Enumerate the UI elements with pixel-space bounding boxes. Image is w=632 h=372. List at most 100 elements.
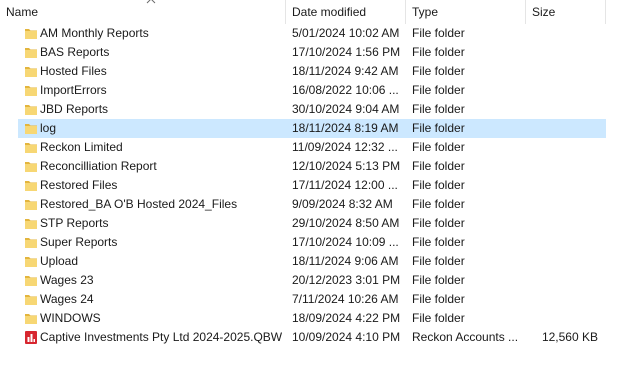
item-date-modified: 29/10/2024 8:50 AM [292,216,400,230]
item-date-modified: 18/11/2024 9:06 AM [292,254,399,268]
list-item[interactable]: AM Monthly Reports 5/01/2024 10:02 AM File… [18,24,606,43]
item-date-modified: 10/09/2024 4:10 PM [292,330,401,344]
folder-icon [24,292,38,307]
item-type: File folder [412,140,465,154]
item-name: WINDOWS [40,311,101,325]
list-item[interactable]: Restored Files 17/11/2024 12:00 ... File f… [18,176,606,195]
item-name: Captive Investments Pty Ltd 2024-2025.QB… [40,330,283,344]
item-date-modified: 7/11/2024 10:26 AM [292,292,399,306]
list-item[interactable]: Upload 18/11/2024 9:06 AM File folder [18,252,606,271]
reckon-file-icon [24,330,38,345]
item-date-modified: 16/08/2022 10:06 ... [292,83,399,97]
item-type: File folder [412,121,465,135]
column-header-size[interactable]: Size [526,0,606,24]
item-name: Wages 24 [40,292,94,306]
item-size [526,290,598,309]
item-name: BAS Reports [40,45,110,59]
folder-icon [24,311,38,326]
item-name: log [40,121,57,135]
item-size [526,157,598,176]
item-size: 12,560 KB [541,330,598,344]
item-date-modified: 20/12/2023 3:01 PM [292,273,401,287]
item-type: File folder [412,292,465,306]
item-size [526,271,598,290]
item-date-modified: 18/09/2024 4:22 PM [292,311,401,325]
item-size [526,233,598,252]
item-date-modified: 5/01/2024 10:02 AM [292,26,400,40]
list-item[interactable]: BAS Reports 17/10/2024 1:56 PM File folder [18,43,606,62]
item-name: Restored Files [40,178,118,192]
column-header-date-modified[interactable]: Date modified [286,0,406,24]
file-explorer-list-view: Name Date modified Type Size AM Monthly … [0,0,632,372]
item-date-modified: 11/09/2024 12:32 ... [292,140,398,154]
folder-icon [24,254,38,269]
folder-icon [24,216,38,231]
item-name: JBD Reports [40,102,109,116]
list-item[interactable]: ImportErrors 16/08/2022 10:06 ... File fol… [18,81,606,100]
item-name: Reckon Limited [40,140,123,154]
list-item[interactable]: Super Reports 17/10/2024 10:09 ... File fo… [18,233,606,252]
item-name: Hosted Files [40,64,107,78]
file-list: AM Monthly Reports 5/01/2024 10:02 AM File… [0,24,632,347]
item-size [526,214,598,233]
item-date-modified: 30/10/2024 9:04 AM [292,102,400,116]
list-item[interactable]: Reckon Limited 11/09/2024 12:32 ... File f… [18,138,606,157]
item-size [526,119,598,138]
item-size [526,100,598,119]
folder-icon [24,159,38,174]
item-type: File folder [412,64,465,78]
folder-icon [24,64,38,79]
list-item-selected[interactable]: log 18/11/2024 8:19 AM File folder [18,119,606,138]
item-date-modified: 18/11/2024 9:42 AM [292,64,399,78]
item-type: File folder [412,102,465,116]
list-item[interactable]: Restored_BA O'B Hosted 2024_Files 9/09/20… [18,195,606,214]
item-name: ImportErrors [40,83,107,97]
folder-icon [24,83,38,98]
item-type: File folder [412,45,465,59]
column-header-bar: Name Date modified Type Size [0,0,606,24]
item-size [526,252,598,271]
folder-icon [24,197,38,212]
item-type: File folder [412,26,465,40]
item-size [526,24,598,43]
item-size [526,43,598,62]
folder-icon [24,26,38,41]
item-size [526,138,598,157]
list-item[interactable]: WINDOWS 18/09/2024 4:22 PM File folder [18,309,606,328]
item-name: Wages 23 [40,273,94,287]
item-type: File folder [412,311,465,325]
folder-icon [24,102,38,117]
item-size [526,81,598,100]
item-type: File folder [412,235,465,249]
list-item[interactable]: JBD Reports 30/10/2024 9:04 AM File folder [18,100,606,119]
item-date-modified: 9/09/2024 8:32 AM [292,197,393,211]
column-header-type[interactable]: Type [406,0,526,24]
item-type: File folder [412,178,465,192]
item-name: Restored_BA O'B Hosted 2024_Files [40,197,238,211]
list-item[interactable]: Wages 24 7/11/2024 10:26 AM File folder [18,290,606,309]
item-date-modified: 12/10/2024 5:13 PM [292,159,401,173]
item-date-modified: 18/11/2024 8:19 AM [292,121,399,135]
item-type: Reckon Accounts ... [412,330,519,344]
item-date-modified: 17/10/2024 1:56 PM [292,45,401,59]
item-name: AM Monthly Reports [40,26,149,40]
item-size [526,62,598,81]
item-name: Upload [40,254,79,268]
folder-icon [24,121,38,136]
folder-icon [24,235,38,250]
list-item[interactable]: Reconcilliation Report 12/10/2024 5:13 PM… [18,157,606,176]
item-size [526,309,598,328]
item-name: Super Reports [40,235,118,249]
list-item[interactable]: Captive Investments Pty Ltd 2024-2025.QB… [18,328,606,347]
folder-icon [24,45,38,60]
list-item[interactable]: STP Reports 29/10/2024 8:50 AM File folder [18,214,606,233]
item-type: File folder [412,197,465,211]
item-type: File folder [412,254,465,268]
column-header-name[interactable]: Name [0,0,285,24]
list-item[interactable]: Hosted Files 18/11/2024 9:42 AM File folde… [18,62,606,81]
vertical-scrollbar-area[interactable] [606,0,632,372]
list-item[interactable]: Wages 23 20/12/2023 3:01 PM File folder [18,271,606,290]
item-type: File folder [412,273,465,287]
folder-icon [24,140,38,155]
item-type: File folder [412,83,465,97]
